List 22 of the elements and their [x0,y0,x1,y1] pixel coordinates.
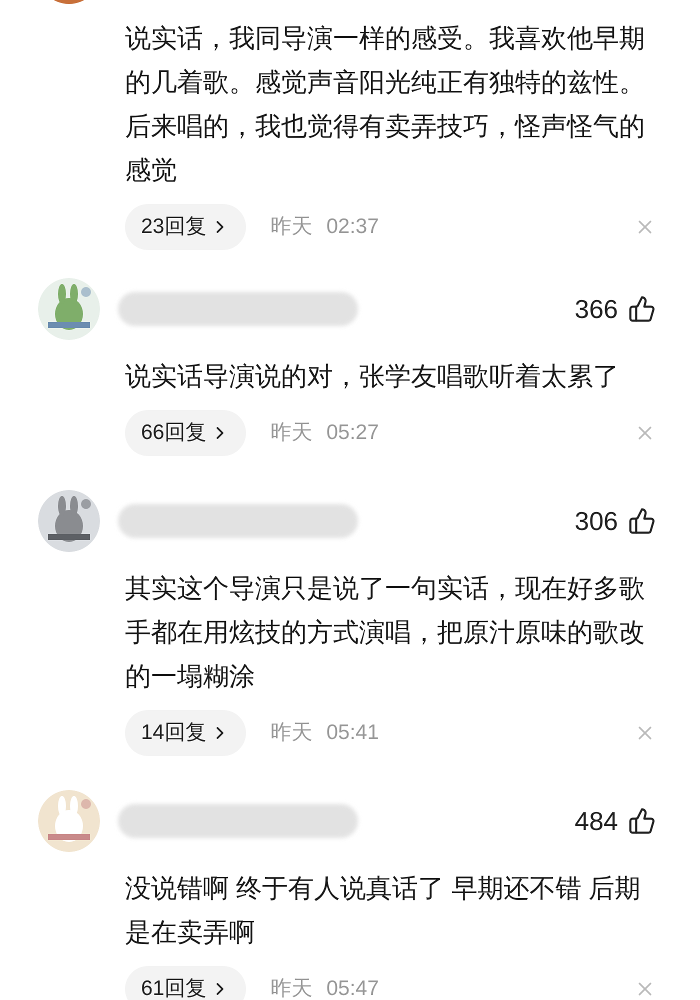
comment-text: 说实话导演说的对，张学友唱歌听着太累了 [124,360,620,393]
comment-time: 05:27 [326,420,379,446]
comment-date: 昨天 [270,976,312,1000]
replies-button[interactable]: 61回复 [125,966,246,1000]
replies-button[interactable]: 23回复 [125,204,246,250]
comment-date: 昨天 [270,214,312,240]
comment-text: 没说错啊 终于有人说真话了 早期还不错 后期是在卖弄啊 [124,872,642,949]
replies-button[interactable]: 14回复 [125,710,246,756]
comment-text: 说实话，我同导演一样的感受。我喜欢他早期的几着歌。感觉声音阳光纯正有独特的兹性。后来唱的，我也觉得有卖弄技巧，怪声怪气的感觉 [124,22,646,187]
comment-date: 昨天 [270,720,312,746]
like-count: 306 [574,504,618,538]
replies-button[interactable]: 66回复 [125,410,246,456]
thumbs-up-icon[interactable] [628,807,656,835]
comment-time: 02:37 [326,214,379,240]
comment-time: 05:47 [326,976,379,1000]
thumbs-up-icon[interactable] [628,295,656,323]
thumbs-up-icon[interactable] [628,507,656,535]
like-count: 484 [574,804,618,838]
comment-date: 昨天 [270,420,312,446]
comment-time: 05:41 [326,720,379,746]
comment-text: 其实这个导演只是说了一句实话，现在好多歌手都在用炫技的方式演唱，把原汁原味的歌改的一塌糊涂 [124,572,646,693]
like-count: 366 [574,292,618,326]
